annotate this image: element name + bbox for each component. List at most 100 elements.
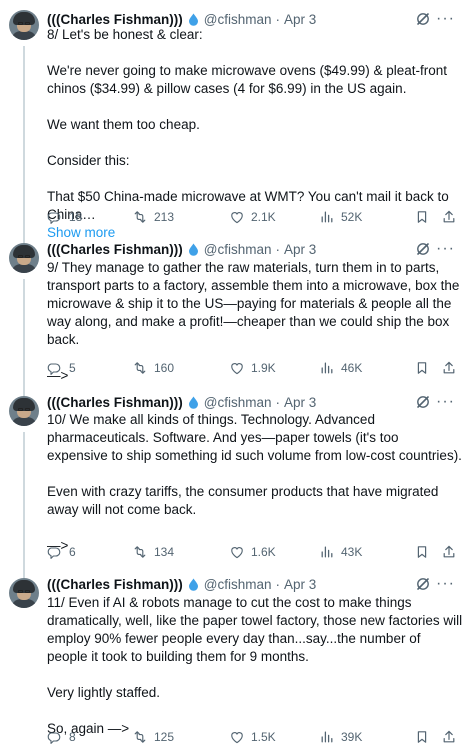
droplet-icon <box>188 13 198 26</box>
author-handle[interactable]: @cfishman <box>204 242 272 257</box>
avatar[interactable] <box>9 396 39 426</box>
share-button[interactable] <box>441 543 463 561</box>
views-button[interactable]: 43K <box>319 543 362 561</box>
bookmark-icon <box>417 211 427 223</box>
separator-dot: · <box>275 394 281 410</box>
author-name[interactable]: (((Charles Fishman))) <box>47 242 183 257</box>
heart-icon <box>231 212 243 224</box>
heart-icon <box>231 732 243 744</box>
repost-icon <box>134 362 146 374</box>
views-button[interactable]: 39K <box>319 728 362 746</box>
repost-icon <box>134 211 146 223</box>
more-icon[interactable]: ··· <box>436 576 455 592</box>
tweet-paragraph: We want them too cheap. <box>47 117 200 132</box>
like-button[interactable]: 1.5K <box>229 728 276 746</box>
reply-button[interactable]: 18 <box>47 208 82 226</box>
author-handle[interactable]: @cfishman <box>204 577 272 592</box>
bookmark-button[interactable] <box>414 208 436 226</box>
views-icon <box>321 546 333 558</box>
heart-icon <box>231 547 243 559</box>
bookmark-button[interactable] <box>414 543 436 561</box>
separator-dot: · <box>275 11 281 27</box>
tweet-paragraph: 10/ We make all kinds of things. Technol… <box>47 412 462 463</box>
avatar[interactable] <box>9 578 39 608</box>
reply-count: 6 <box>69 545 76 559</box>
tweet-paragraph: Very lightly staffed. <box>47 685 161 700</box>
tweet-date[interactable]: Apr 3 <box>284 242 316 257</box>
like-button[interactable]: 1.9K <box>229 359 276 377</box>
droplet-icon <box>188 243 198 256</box>
share-button[interactable] <box>441 208 463 226</box>
bookmark-button[interactable] <box>414 359 436 377</box>
thread-connector-line <box>23 46 25 243</box>
views-icon <box>321 362 333 374</box>
reply-count: 18 <box>69 210 83 224</box>
tweet-date[interactable]: Apr 3 <box>284 12 316 27</box>
grok-icon[interactable] <box>415 241 431 257</box>
grok-icon[interactable] <box>415 394 431 410</box>
tweet-date[interactable]: Apr 3 <box>284 577 316 592</box>
more-icon[interactable]: ··· <box>436 394 455 410</box>
reply-button[interactable]: 5 <box>47 359 76 377</box>
more-icon[interactable]: ··· <box>436 241 455 257</box>
repost-icon <box>134 546 146 558</box>
author-name[interactable]: (((Charles Fishman))) <box>47 395 183 410</box>
reply-icon <box>47 363 61 375</box>
bookmark-icon <box>417 731 427 743</box>
author-handle[interactable]: @cfishman <box>204 395 272 410</box>
repost-button[interactable]: 125 <box>132 728 174 746</box>
tweet-text: 11/ Even if AI & robots manage to cut th… <box>47 594 463 738</box>
reply-button[interactable]: 6 <box>47 543 76 561</box>
tweet-paragraph: 8/ Let's be honest & clear: <box>47 27 203 42</box>
reply-icon <box>47 547 61 559</box>
tweet-paragraph: Even with crazy tariffs, the consumer pr… <box>47 484 439 517</box>
bookmark-icon <box>417 546 427 558</box>
share-button[interactable] <box>441 728 463 746</box>
like-count: 1.9K <box>251 361 276 375</box>
like-count: 2.1K <box>251 210 276 224</box>
avatar[interactable] <box>9 10 39 40</box>
heart-icon <box>231 363 243 375</box>
repost-count: 125 <box>154 730 175 744</box>
tweet-header: (((Charles Fishman))) @cfishman · Apr 3 <box>47 575 316 593</box>
author-name[interactable]: (((Charles Fishman))) <box>47 12 183 27</box>
repost-icon <box>134 731 146 743</box>
grok-icon[interactable] <box>415 576 431 592</box>
tweet-paragraph: Consider this: <box>47 153 130 168</box>
author-handle[interactable]: @cfishman <box>204 12 272 27</box>
like-count: 1.6K <box>251 545 276 559</box>
thread-connector-line <box>23 432 25 578</box>
repost-button[interactable]: 213 <box>132 208 174 226</box>
repost-count: 213 <box>154 210 175 224</box>
more-icon[interactable]: ··· <box>436 11 455 27</box>
grok-icon[interactable] <box>415 11 431 27</box>
share-icon <box>443 730 455 743</box>
droplet-icon <box>188 578 198 591</box>
separator-dot: · <box>275 241 281 257</box>
bookmark-button[interactable] <box>414 728 436 746</box>
like-count: 1.5K <box>251 730 276 744</box>
views-icon <box>321 211 333 223</box>
separator-dot: · <box>275 576 281 592</box>
views-button[interactable]: 46K <box>319 359 362 377</box>
like-button[interactable]: 1.6K <box>229 543 276 561</box>
tweet-date[interactable]: Apr 3 <box>284 395 316 410</box>
view-count: 52K <box>341 210 363 224</box>
view-count: 46K <box>341 361 363 375</box>
views-button[interactable]: 52K <box>319 208 362 226</box>
tweet-paragraph: 11/ Even if AI & robots manage to cut th… <box>47 595 463 664</box>
author-name[interactable]: (((Charles Fishman))) <box>47 577 183 592</box>
repost-button[interactable]: 134 <box>132 543 174 561</box>
tweet-actions: 18 213 2.1K 52K <box>47 208 463 226</box>
avatar[interactable] <box>9 243 39 273</box>
share-icon <box>443 545 455 558</box>
repost-button[interactable]: 160 <box>132 359 174 377</box>
reply-icon <box>47 732 61 744</box>
like-button[interactable]: 2.1K <box>229 208 276 226</box>
share-button[interactable] <box>441 359 463 377</box>
thread-connector-line <box>23 279 25 396</box>
share-icon <box>443 361 455 374</box>
tweet-actions: 8 125 1.5K 39K <box>47 728 463 746</box>
repost-count: 134 <box>154 545 175 559</box>
reply-button[interactable]: 8 <box>47 728 76 746</box>
